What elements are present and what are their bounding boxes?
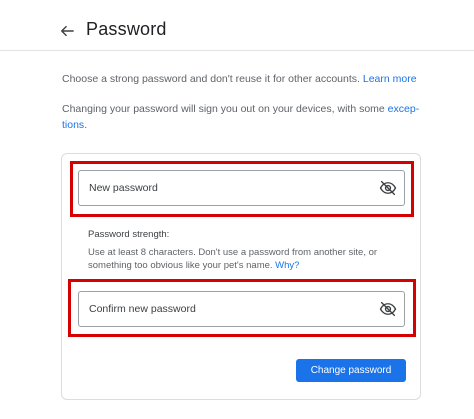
period-text: . [84,119,88,131]
password-hint-line-1: Use at least 8 characters. Don't use a p… [88,247,378,258]
new-password-placeholder: New password [89,182,158,194]
password-strength-label: Password strength: [88,229,170,240]
eye-off-icon [379,180,397,196]
password-hint-text: something too obvious like your pet's na… [88,260,273,271]
exceptions-link-part1[interactable]: excep- [388,103,420,115]
intro-line-1: Choose a strong password and don't reuse… [62,73,417,85]
exceptions-link-part2[interactable]: tions [62,119,84,131]
page-title: Password [86,19,167,39]
confirm-password-field[interactable]: Confirm new password [78,291,405,327]
why-link[interactable]: Why? [275,260,299,271]
eye-off-icon [379,301,397,317]
password-hint-line-2: something too obvious like your pet's na… [88,260,299,271]
new-password-field[interactable]: New password [78,170,405,206]
arrow-left-icon [61,25,74,37]
password-page: Password Choose a strong password and do… [0,0,474,419]
page-header: Password [0,0,474,51]
back-button[interactable] [56,20,78,42]
intro-line-2: Changing your password will sign you out… [62,103,419,115]
toggle-new-password-visibility-button[interactable] [379,179,397,197]
change-password-button[interactable]: Change password [296,359,406,382]
toggle-confirm-password-visibility-button[interactable] [379,300,397,318]
signout-warning-text: Changing your password will sign you out… [62,103,385,115]
intro-line-3: tions. [62,119,87,131]
learn-more-link[interactable]: Learn more [363,73,417,85]
confirm-password-placeholder: Confirm new password [89,303,196,315]
intro-text: Choose a strong password and don't reuse… [62,73,360,85]
